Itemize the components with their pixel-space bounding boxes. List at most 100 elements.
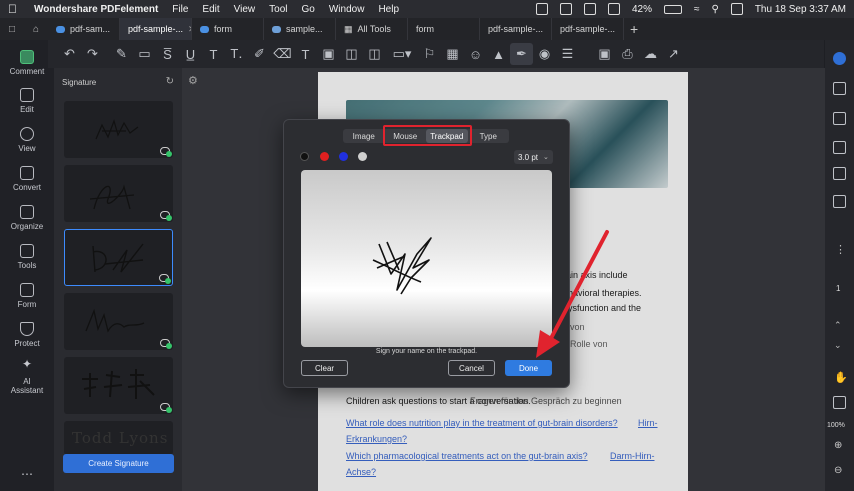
callout-icon[interactable]: ◫	[340, 43, 363, 65]
tab-pdf-sample-3[interactable]: pdf-sample-...	[552, 18, 624, 40]
pen-size-select[interactable]: 3.0 pt ⌄	[514, 150, 553, 164]
rail-view[interactable]: View	[0, 127, 54, 153]
measure-icon[interactable]: ▦	[441, 43, 464, 65]
more-options-icon[interactable]: ⋮	[835, 243, 846, 256]
signature-item[interactable]	[64, 165, 173, 222]
color-gray[interactable]	[358, 152, 367, 161]
signature-canvas[interactable]	[301, 170, 552, 347]
rail-comment[interactable]: Comment	[0, 50, 54, 76]
app-name[interactable]: Wondershare PDFelement	[34, 4, 158, 15]
menu-help[interactable]: Help	[378, 4, 399, 15]
textbox-icon[interactable]: ▣	[317, 43, 340, 65]
comment-list-icon[interactable]: ☰	[556, 43, 579, 65]
menu-view[interactable]: View	[234, 4, 256, 15]
tab-sample[interactable]: sample...	[264, 18, 336, 40]
redo-icon[interactable]: ↷	[81, 43, 104, 65]
rail-organize[interactable]: Organize	[0, 205, 54, 231]
signature-item[interactable]	[64, 101, 173, 158]
sidebar-toggle-icon[interactable]: □	[9, 24, 15, 35]
cast-icon[interactable]	[535, 3, 548, 15]
ai-wand-icon: ✦	[21, 357, 33, 371]
new-tab-icon[interactable]: +	[630, 21, 638, 37]
sticker-icon[interactable]: ☺	[464, 43, 487, 65]
pin-icon[interactable]: ⚐	[418, 43, 441, 65]
hand-icon[interactable]: ✋	[834, 371, 848, 384]
segment-type[interactable]: Type	[468, 129, 510, 143]
strikethrough-icon[interactable]: S̅	[156, 43, 179, 65]
typewriter-icon[interactable]: T	[294, 43, 317, 65]
share-icon[interactable]: ↗	[662, 43, 685, 65]
highlight-annotation-box	[383, 125, 472, 146]
signature-item[interactable]	[64, 293, 173, 350]
tab-form[interactable]: form	[192, 18, 264, 40]
color-red[interactable]	[320, 152, 329, 161]
wifi-icon[interactable]: ≈	[694, 4, 700, 15]
control-center-icon[interactable]	[730, 3, 743, 15]
area-highlight-icon[interactable]: ▭	[133, 43, 156, 65]
signature-item[interactable]	[64, 357, 173, 414]
segment-image[interactable]: Image	[343, 129, 385, 143]
zoom-in-icon[interactable]: ⊕	[834, 440, 842, 451]
print-icon[interactable]: ⎙	[616, 43, 639, 65]
color-black[interactable]	[300, 152, 309, 161]
menu-file[interactable]: File	[172, 4, 188, 15]
bookmark-icon[interactable]	[833, 141, 846, 154]
rail-form[interactable]: Form	[0, 283, 54, 309]
shape-dropdown-icon[interactable]: ▭▾	[386, 43, 418, 65]
bluetooth-icon[interactable]	[607, 3, 620, 15]
done-button[interactable]: Done	[505, 360, 552, 376]
tab-pdf-sample-active[interactable]: pdf-sample-...✕	[120, 18, 192, 40]
replace-text-icon[interactable]: T․	[225, 43, 248, 65]
tab-pdf-sample-2[interactable]: pdf-sample-...	[480, 18, 552, 40]
screenshot-icon[interactable]	[583, 3, 596, 15]
ai-bot-icon[interactable]	[833, 52, 846, 65]
image-view-icon[interactable]	[833, 396, 846, 409]
menu-edit[interactable]: Edit	[202, 4, 219, 15]
panel-icon[interactable]	[833, 82, 846, 95]
color-blue[interactable]	[339, 152, 348, 161]
zoom-level[interactable]: 100%	[827, 422, 845, 429]
upload-icon[interactable]: ☁	[639, 43, 662, 65]
signature-tool-icon[interactable]: ✒	[510, 43, 533, 65]
underline-icon[interactable]: U̲	[179, 43, 202, 65]
tray-icon[interactable]	[559, 3, 572, 15]
more-icon[interactable]: ⋯	[0, 467, 54, 481]
home-icon[interactable]: ⌂	[33, 24, 39, 35]
save-icon[interactable]: ▣	[593, 43, 616, 65]
note-icon[interactable]: ◫	[363, 43, 386, 65]
page-up-icon[interactable]: ⌃	[834, 320, 842, 331]
rail-ai-assistant[interactable]: ✦ AI Assistant	[0, 357, 54, 395]
rail-edit[interactable]: Edit	[0, 88, 54, 114]
page-number[interactable]: 1	[836, 284, 840, 293]
rail-tools[interactable]: Tools	[0, 244, 54, 270]
pen-icon[interactable]: ✐	[248, 43, 271, 65]
tab-all-tools[interactable]: ▦ All Tools	[336, 18, 408, 40]
attachment-icon[interactable]	[833, 195, 846, 208]
signature-item[interactable]: Todd Lyons	[64, 421, 173, 455]
create-signature-button[interactable]: Create Signature	[63, 454, 174, 473]
eye-toggle-icon[interactable]: ◉	[533, 43, 556, 65]
tab-form-2[interactable]: form	[408, 18, 480, 40]
apple-icon[interactable]: 	[8, 2, 22, 16]
text-icon[interactable]: T	[202, 43, 225, 65]
stamp-icon[interactable]: ▲	[487, 43, 510, 65]
menu-tool[interactable]: Tool	[269, 4, 287, 15]
search-icon[interactable]: ⚲	[712, 4, 719, 15]
rail-protect[interactable]: Protect	[0, 322, 54, 348]
battery-icon[interactable]	[664, 4, 682, 14]
cancel-button[interactable]: Cancel	[448, 360, 495, 376]
page-down-icon[interactable]: ⌄	[834, 340, 842, 351]
tab-pdf-sam[interactable]: pdf-sam...	[48, 18, 120, 40]
signature-item-selected[interactable]	[64, 229, 173, 286]
thumbnails-icon[interactable]	[833, 167, 846, 180]
menu-go[interactable]: Go	[302, 4, 315, 15]
eraser-icon[interactable]: ⌫	[271, 43, 294, 65]
refresh-icon[interactable]: ↻	[166, 76, 174, 87]
menu-window[interactable]: Window	[329, 4, 365, 15]
zoom-out-icon[interactable]: ⊖	[834, 465, 842, 476]
undo-icon[interactable]: ↶	[58, 43, 81, 65]
comments-icon[interactable]	[833, 112, 846, 125]
clear-button[interactable]: Clear	[301, 360, 348, 376]
highlight-icon[interactable]: ✎	[110, 43, 133, 65]
rail-convert[interactable]: Convert	[0, 166, 54, 192]
